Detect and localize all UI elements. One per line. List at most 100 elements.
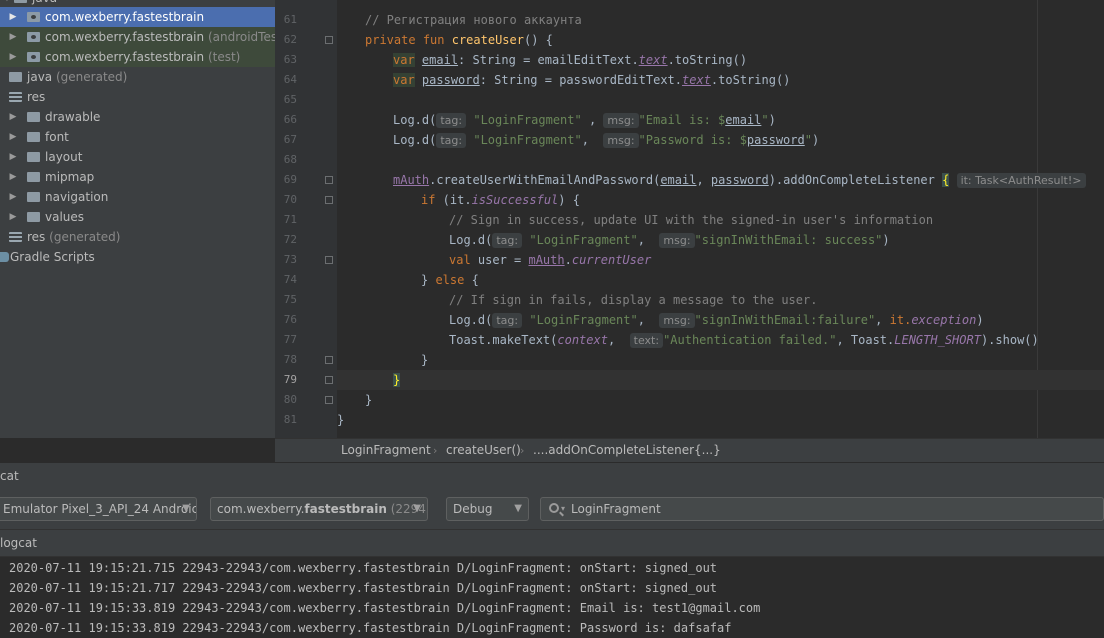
code-property: text bbox=[638, 53, 668, 67]
tree-item-mipmap[interactable]: ▶ mipmap bbox=[0, 167, 275, 187]
code-line: val user = mAuth.currentUser bbox=[337, 250, 1104, 270]
chevron-right-icon[interactable]: ▶ bbox=[8, 27, 18, 47]
code-text: , bbox=[875, 313, 883, 327]
code-line: } bbox=[337, 350, 1104, 370]
folder-icon bbox=[27, 132, 40, 142]
code-variable: password bbox=[421, 73, 480, 87]
chevron-right-icon[interactable]: ▶ bbox=[8, 7, 18, 27]
breadcrumb-item[interactable]: createUser() bbox=[446, 439, 521, 462]
log-level-value: Debug bbox=[453, 502, 493, 516]
line-number: 81 bbox=[283, 413, 297, 426]
tree-item-res-generated[interactable]: res (generated) bbox=[0, 227, 275, 247]
folder-icon bbox=[27, 152, 40, 162]
code-text: ) bbox=[811, 133, 820, 147]
code-text: ).show() bbox=[980, 333, 1039, 347]
tree-item-package-test[interactable]: ▶ com.wexberry.fastestbrain (test) bbox=[0, 47, 275, 67]
code-text: , bbox=[637, 233, 645, 247]
fold-marker-icon[interactable] bbox=[325, 176, 333, 184]
param-hint: tag: bbox=[436, 113, 467, 128]
tree-item-navigation[interactable]: ▶ navigation bbox=[0, 187, 275, 207]
chevron-down-icon: ▼ bbox=[413, 503, 421, 514]
chevron-down-icon: ▼ bbox=[182, 503, 190, 514]
fold-marker-icon[interactable] bbox=[325, 36, 333, 44]
log-level-select[interactable]: Debug ▼ bbox=[446, 497, 529, 521]
tree-item-values[interactable]: ▶ values bbox=[0, 207, 275, 227]
line-number: 75 bbox=[283, 293, 297, 306]
chevron-right-icon[interactable]: ▶ bbox=[8, 127, 18, 147]
code-line: Log.d(tag: "LoginFragment", msg: "Passwor… bbox=[337, 130, 1104, 150]
chevron-right-icon[interactable]: ▶ bbox=[8, 167, 18, 187]
code-text: : String = passwordEditText. bbox=[479, 73, 683, 87]
code-editor[interactable]: // Регистрация нового аккаунта private f… bbox=[337, 0, 1104, 438]
code-string: " bbox=[761, 113, 769, 127]
fold-marker-icon[interactable] bbox=[325, 396, 333, 404]
code-text: Log.d( bbox=[449, 313, 493, 327]
code-string: "LoginFragment" bbox=[473, 113, 582, 127]
fold-marker-icon[interactable] bbox=[325, 256, 333, 264]
tree-item-font[interactable]: ▶ font bbox=[0, 127, 275, 147]
tree-item-package-androidtest[interactable]: ▶ com.wexberry.fastestbrain (androidTest… bbox=[0, 27, 275, 47]
code-text: user = bbox=[470, 253, 529, 267]
editor-gutter: 61 62 63 64 65 66 67 68 69 70 71 72 73 7… bbox=[275, 0, 337, 438]
fold-marker-icon[interactable] bbox=[325, 196, 333, 204]
tree-item-java-generated[interactable]: java (generated) bbox=[0, 67, 275, 87]
search-input-value: LoginFragment bbox=[571, 502, 661, 516]
tree-item-layout[interactable]: ▶ layout bbox=[0, 147, 275, 167]
code-brace: } bbox=[393, 373, 401, 387]
chevron-right-icon[interactable]: ▶ bbox=[8, 47, 18, 67]
fold-marker-icon[interactable] bbox=[325, 356, 333, 364]
folder-icon bbox=[9, 72, 22, 82]
param-hint: tag: bbox=[436, 133, 467, 148]
chevron-right-icon[interactable]: ▶ bbox=[8, 187, 18, 207]
logcat-search-input[interactable]: ▾ LoginFragment bbox=[540, 497, 1104, 521]
code-variable: email bbox=[421, 53, 459, 67]
code-text: ) { bbox=[558, 193, 580, 207]
code-line: if (it.isSuccessful) { bbox=[337, 190, 1104, 210]
param-hint: msg: bbox=[603, 113, 639, 128]
log-line: 2020-07-11 19:15:21.715 22943-22943/com.… bbox=[9, 561, 718, 575]
code-variable: email bbox=[725, 113, 762, 127]
code-member: mAuth bbox=[393, 173, 430, 187]
param-hint: msg: bbox=[603, 133, 639, 148]
line-number: 69 bbox=[283, 173, 297, 186]
code-string: "signInWithEmail: success" bbox=[694, 233, 883, 247]
code-line: Log.d(tag: "LoginFragment", msg: "signInW… bbox=[337, 230, 1104, 250]
code-text: Toast.makeText( bbox=[449, 333, 558, 347]
folder-icon bbox=[27, 212, 40, 222]
tree-item-label: com.wexberry.fastestbrain bbox=[45, 30, 205, 44]
line-number: 67 bbox=[283, 133, 297, 146]
breadcrumb-item[interactable]: ....addOnCompleteListener{...} bbox=[533, 439, 721, 462]
chevron-right-icon[interactable]: ▶ bbox=[8, 107, 18, 127]
process-select[interactable]: com.wexberry.fastestbrain (22943) ▼ bbox=[210, 497, 428, 521]
chevron-right-icon: › bbox=[520, 444, 525, 457]
logcat-panel-title: cat bbox=[0, 462, 1104, 488]
device-select[interactable]: Emulator Pixel_3_API_24 Androic ▼ bbox=[0, 497, 197, 521]
code-string: "LoginFragment" bbox=[529, 233, 638, 247]
param-hint: msg: bbox=[659, 313, 695, 328]
code-string: "Authentication failed." bbox=[663, 333, 837, 347]
device-select-value: Emulator Pixel_3_API_24 Androic bbox=[3, 502, 197, 516]
logcat-output[interactable]: 2020-07-11 19:15:21.715 22943-22943/com.… bbox=[0, 557, 1104, 638]
chevron-right-icon[interactable]: ▶ bbox=[8, 147, 18, 167]
fold-marker-icon[interactable] bbox=[325, 376, 333, 384]
resources-icon bbox=[9, 92, 22, 102]
chevron-right-icon[interactable]: ▶ bbox=[8, 207, 18, 227]
tree-item-suffix: (test) bbox=[207, 50, 241, 64]
chevron-down-icon[interactable]: ▾ bbox=[561, 498, 565, 520]
tree-item-res[interactable]: res bbox=[0, 87, 275, 107]
breadcrumb-item[interactable]: LoginFragment bbox=[341, 439, 431, 462]
package-icon bbox=[27, 32, 40, 42]
package-icon bbox=[27, 52, 40, 62]
log-line: 2020-07-11 19:15:21.717 22943-22943/com.… bbox=[9, 581, 718, 595]
code-text: } bbox=[337, 413, 345, 427]
tree-item-drawable[interactable]: ▶ drawable bbox=[0, 107, 275, 127]
line-number: 70 bbox=[283, 193, 297, 206]
line-number: 80 bbox=[283, 393, 297, 406]
code-text: .toString() bbox=[710, 73, 791, 87]
code-variable: email bbox=[660, 173, 697, 187]
package-icon bbox=[27, 12, 40, 22]
tree-item-package-main[interactable]: ▶ com.wexberry.fastestbrain bbox=[0, 7, 275, 27]
code-line: // Регистрация нового аккаунта bbox=[337, 10, 1104, 30]
tree-item-label: java bbox=[27, 70, 53, 84]
tree-item-gradle-scripts[interactable]: Gradle Scripts bbox=[0, 247, 275, 267]
